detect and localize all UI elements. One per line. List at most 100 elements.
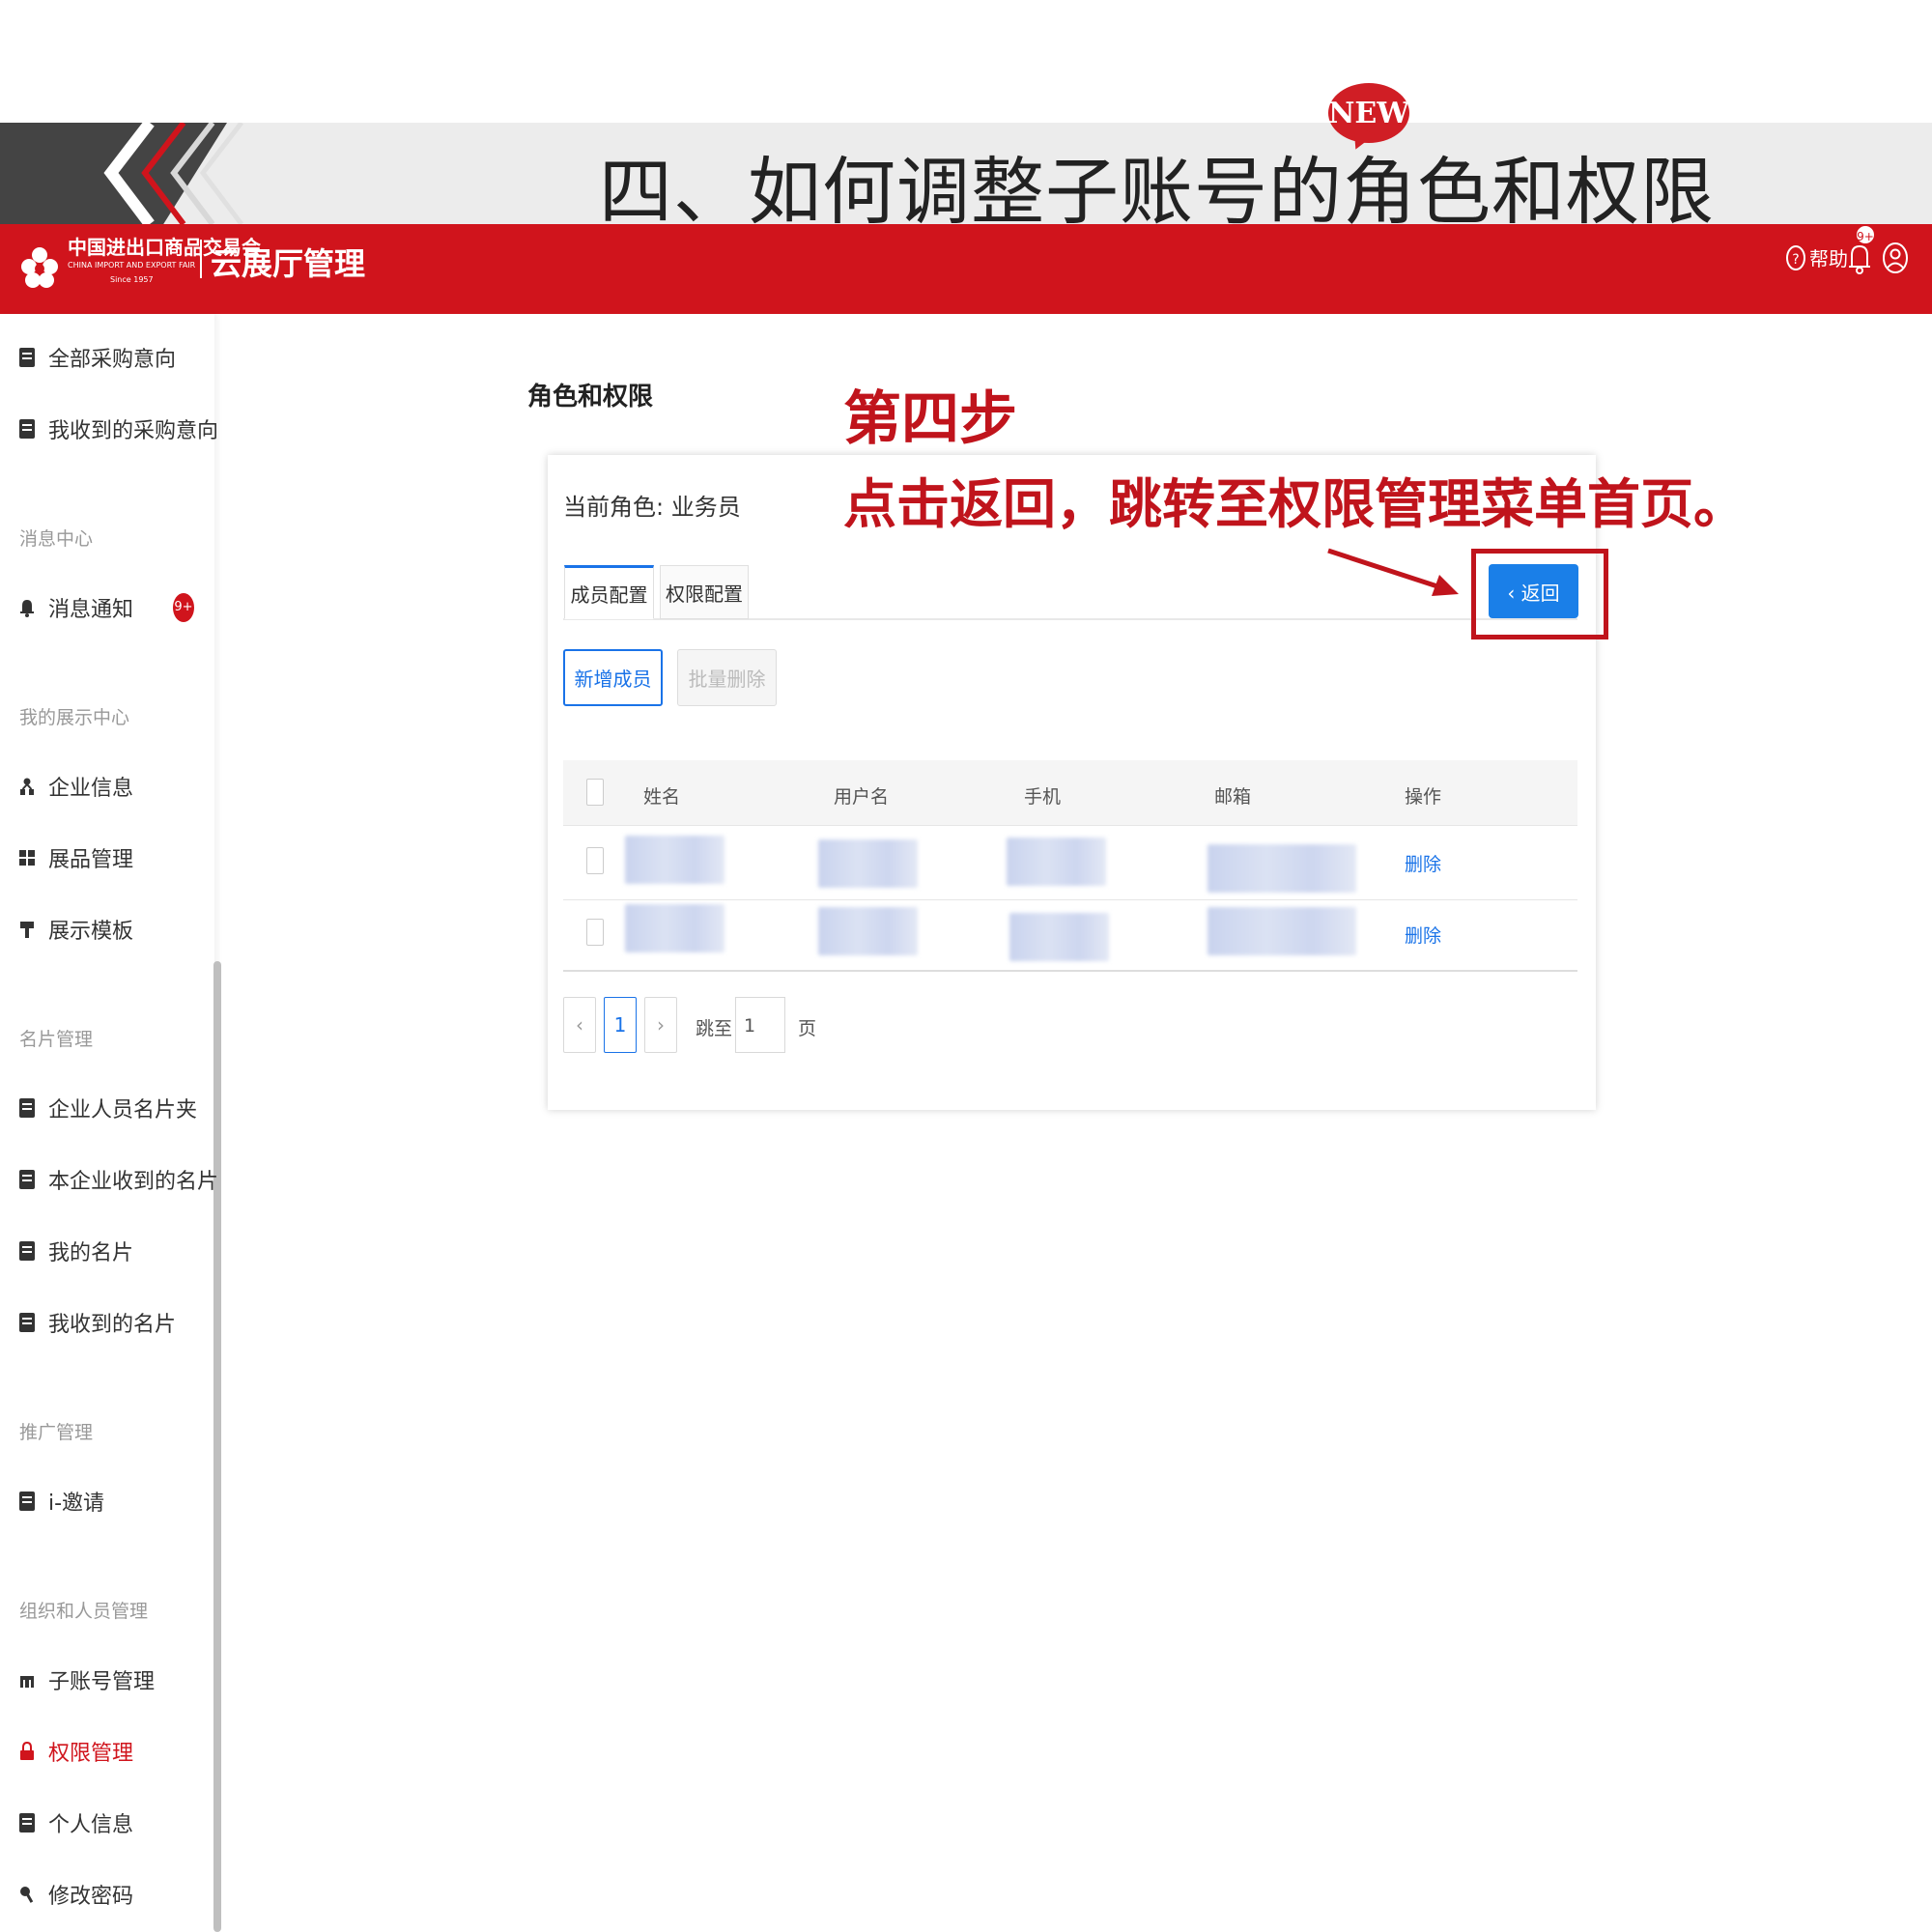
sidebar-section-promotion: 推广管理 xyxy=(19,1422,94,1443)
pagination-jump-label: 跳至 xyxy=(696,1018,733,1039)
blurred-name-cell xyxy=(625,904,724,952)
tab-member-config[interactable]: 成员配置 xyxy=(564,565,654,619)
org-icon xyxy=(20,778,34,795)
blurred-username-cell xyxy=(818,907,918,955)
slide-title: 四、如何调整子账号的角色和权限 xyxy=(599,149,1715,224)
sidebar-item-label: 企业人员名片夹 xyxy=(48,1098,198,1122)
column-header-phone: 手机 xyxy=(1024,786,1062,808)
blurred-name-cell xyxy=(625,836,724,884)
pagination-page-unit: 页 xyxy=(798,1018,817,1039)
notification-count-badge: 9+ xyxy=(173,593,194,622)
notification-badge: 9+ xyxy=(1855,224,1876,245)
sidebar-item-my-card[interactable]: 我的名片 xyxy=(19,1235,133,1267)
select-all-checkbox[interactable] xyxy=(586,779,604,806)
sidebar-item-label: 消息通知 xyxy=(48,598,134,622)
sidebar-section-org-and-people: 组织和人员管理 xyxy=(19,1601,149,1622)
sidebar-item-label: 全部采购意向 xyxy=(48,348,177,372)
new-badge-label: NEW xyxy=(1328,97,1409,130)
sidebar-item-label: 展品管理 xyxy=(48,848,134,872)
sidebar-item-notifications[interactable]: 消息通知 xyxy=(19,591,133,624)
key-icon xyxy=(20,1887,34,1903)
grid-icon xyxy=(19,850,35,866)
row-checkbox[interactable] xyxy=(586,919,604,946)
sidebar-item-label: 权限管理 xyxy=(48,1742,134,1766)
new-badge: NEW xyxy=(1328,83,1409,155)
app-title: 云展厅管理 xyxy=(211,245,366,282)
pagination-jump-input[interactable]: 1 xyxy=(735,997,785,1053)
logo-divider xyxy=(200,240,202,278)
blurred-phone-cell xyxy=(1007,838,1106,886)
sidebar-item-my-received-cards[interactable]: 我收到的名片 xyxy=(19,1306,176,1339)
sidebar-item-label: 个人信息 xyxy=(48,1813,134,1837)
sidebar-item-label: 我收到的名片 xyxy=(48,1313,177,1337)
row-checkbox[interactable] xyxy=(586,847,604,874)
sidebar-item-label: 我的名片 xyxy=(48,1241,134,1265)
row-divider xyxy=(563,899,1577,900)
page-title: 角色和权限 xyxy=(527,383,654,412)
add-member-button[interactable]: 新增成员 xyxy=(563,649,663,706)
sidebar-item-permission-management[interactable]: 权限管理 xyxy=(19,1735,133,1768)
sidebar-scrollbar[interactable] xyxy=(213,961,221,1932)
sidebar-item-label: 企业信息 xyxy=(48,777,134,801)
logo-english-name: CHINA IMPORT AND EXPORT FAIR xyxy=(68,261,196,270)
annotation-step-title: 第四步 xyxy=(843,385,1017,453)
sidebar-item-label: 子账号管理 xyxy=(48,1670,156,1694)
column-header-name: 姓名 xyxy=(643,786,681,808)
pagination-next-button[interactable]: › xyxy=(644,997,677,1053)
sidebar-item-sub-account-management[interactable]: 子账号管理 xyxy=(19,1663,155,1696)
card-icon xyxy=(19,1098,35,1118)
blurred-email-cell xyxy=(1208,844,1356,893)
sidebar-item-company-received-cards[interactable]: 本企业收到的名片 xyxy=(19,1163,218,1196)
batch-delete-button[interactable]: 批量删除 xyxy=(677,649,777,706)
slide-banner: 四、如何调整子账号的角色和权限 xyxy=(0,123,1932,224)
bell-icon xyxy=(20,600,34,617)
sidebar-section-business-cards: 名片管理 xyxy=(19,1029,94,1050)
delete-link[interactable]: 删除 xyxy=(1405,850,1441,876)
sidebar-item-company-card-holder[interactable]: 企业人员名片夹 xyxy=(19,1092,197,1124)
blurred-phone-cell xyxy=(1009,913,1109,961)
column-header-email: 邮箱 xyxy=(1214,786,1252,808)
table-bottom-border xyxy=(563,970,1577,972)
document-icon xyxy=(19,348,35,367)
current-role-label: 当前角色: 业务员 xyxy=(563,494,741,521)
annotation-step-description: 点击返回，跳转至权限管理菜单首页。 xyxy=(843,473,1747,535)
sidebar-item-personal-info[interactable]: 个人信息 xyxy=(19,1806,133,1839)
sidebar-item-display-templates[interactable]: 展示模板 xyxy=(19,913,133,946)
annotation-arrow-icon xyxy=(1327,548,1459,596)
canton-fair-logo-icon[interactable] xyxy=(19,242,60,299)
document-icon xyxy=(19,1813,35,1833)
account-icon xyxy=(20,1676,34,1688)
column-header-username: 用户名 xyxy=(834,786,890,808)
sidebar-item-received-purchase-intents[interactable]: 我收到的采购意向 xyxy=(19,412,218,445)
sidebar-item-change-password[interactable]: 修改密码 xyxy=(19,1878,133,1911)
tab-permission-config[interactable]: 权限配置 xyxy=(660,565,749,619)
pagination-current-page[interactable]: 1 xyxy=(604,997,637,1053)
lock-icon xyxy=(20,1742,34,1760)
banner-chevrons-decoration xyxy=(103,123,243,224)
invite-icon xyxy=(19,1492,35,1511)
brush-icon xyxy=(20,922,34,938)
sidebar-item-label: 我收到的采购意向 xyxy=(48,419,219,443)
delete-link[interactable]: 删除 xyxy=(1405,922,1441,948)
svg-text:?: ? xyxy=(1792,252,1799,268)
help-link[interactable]: 帮助 xyxy=(1809,243,1848,271)
card-icon xyxy=(19,1313,35,1332)
blurred-username-cell xyxy=(818,839,918,888)
sidebar-item-all-purchase-intents[interactable]: 全部采购意向 xyxy=(19,341,176,374)
pagination-prev-button[interactable]: ‹ xyxy=(563,997,596,1053)
card-icon xyxy=(19,1170,35,1189)
sidebar-item-company-info[interactable]: 企业信息 xyxy=(19,770,133,803)
card-icon xyxy=(19,1241,35,1261)
annotation-highlight-box xyxy=(1471,549,1608,639)
user-avatar-icon[interactable] xyxy=(1882,242,1909,274)
sidebar-item-label: 修改密码 xyxy=(48,1885,134,1909)
sidebar-section-message-center: 消息中心 xyxy=(19,528,94,550)
document-icon xyxy=(19,419,35,439)
blurred-email-cell xyxy=(1208,907,1356,955)
help-icon[interactable]: ? xyxy=(1785,243,1806,272)
logo-since: Since 1957 xyxy=(110,275,154,284)
sidebar-item-i-invite[interactable]: i-邀请 xyxy=(19,1485,104,1518)
sidebar-item-label: 本企业收到的名片 xyxy=(48,1170,219,1194)
sidebar-item-label: 展示模板 xyxy=(48,920,134,944)
sidebar-item-exhibit-management[interactable]: 展品管理 xyxy=(19,841,133,874)
